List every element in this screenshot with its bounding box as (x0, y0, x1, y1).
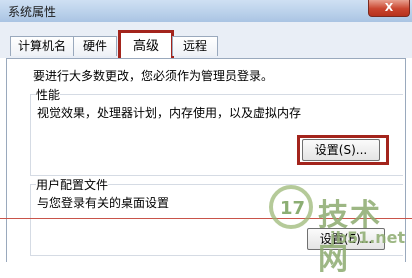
watermark-url: jb51.net (330, 228, 406, 247)
user-profiles-group-title: 用户配置文件 (36, 176, 109, 193)
tab-computer-name[interactable]: 计算机名 (10, 36, 74, 56)
close-button[interactable]: X (368, 0, 410, 17)
user-profiles-description: 与您登录有关的桌面设置 (37, 196, 170, 210)
tab-hardware[interactable]: 硬件 (73, 36, 117, 56)
performance-group-title: 性能 (36, 86, 61, 103)
title-bar: 系统属性 X (0, 0, 412, 23)
performance-settings-button[interactable]: 设置(S)... (302, 139, 380, 161)
admin-note: 要进行大多数更改，您必须作为管理员登录。 (33, 69, 274, 83)
window-title: 系统属性 (8, 5, 57, 19)
watermark-logo-text: 17 (280, 198, 305, 219)
watermark-logo: 17 (269, 185, 313, 229)
performance-description: 视觉效果，处理器计划，内存使用，以及虚拟内存 (37, 106, 302, 120)
tab-remote[interactable]: 远程 (172, 36, 218, 56)
tab-strip: 计算机名 硬件 高级 远程 (0, 22, 412, 64)
close-icon: X (384, 1, 394, 14)
